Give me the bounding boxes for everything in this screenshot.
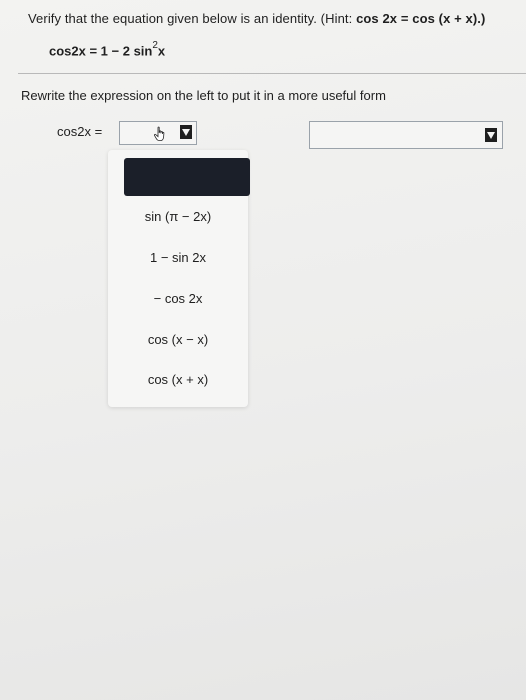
- identity-tail: x: [157, 43, 166, 59]
- section-divider: [18, 73, 526, 74]
- dropdown-menu: sin (π − 2x) 1 − sin 2x − cos 2x cos (x …: [108, 150, 250, 407]
- dropdown-arrow-icon[interactable]: [180, 125, 192, 139]
- question-prompt: Verify that the equation given below is …: [28, 11, 485, 26]
- dropdown-option[interactable]: 1 − sin 2x: [108, 250, 248, 265]
- hint-expression: cos 2x = cos (x + x).): [356, 11, 486, 26]
- problem-page: Verify that the equation given below is …: [0, 0, 526, 700]
- second-expression-select[interactable]: [309, 121, 503, 149]
- expression-select[interactable]: [119, 121, 197, 145]
- dropdown-option[interactable]: sin (π − 2x): [108, 209, 248, 224]
- identity-main: cos2x = 1 − 2 sin: [49, 43, 153, 59]
- hand-pointer-icon: [154, 126, 165, 141]
- dropdown-option[interactable]: cos (x + x): [108, 372, 248, 387]
- dropdown-option[interactable]: − cos 2x: [108, 291, 248, 306]
- instruction-text: Rewrite the expression on the left to pu…: [21, 88, 386, 103]
- equation-lhs-label: cos2x =: [57, 124, 103, 139]
- identity-equation: cos2x = 1 − 2 sin2x: [49, 40, 166, 59]
- dropdown-highlighted-option[interactable]: [124, 158, 250, 196]
- identity-exponent: 2: [152, 40, 158, 51]
- prompt-text: Verify that the equation given below is …: [28, 11, 357, 26]
- dropdown-arrow-icon[interactable]: [485, 128, 497, 142]
- dropdown-option[interactable]: cos (x − x): [108, 332, 248, 347]
